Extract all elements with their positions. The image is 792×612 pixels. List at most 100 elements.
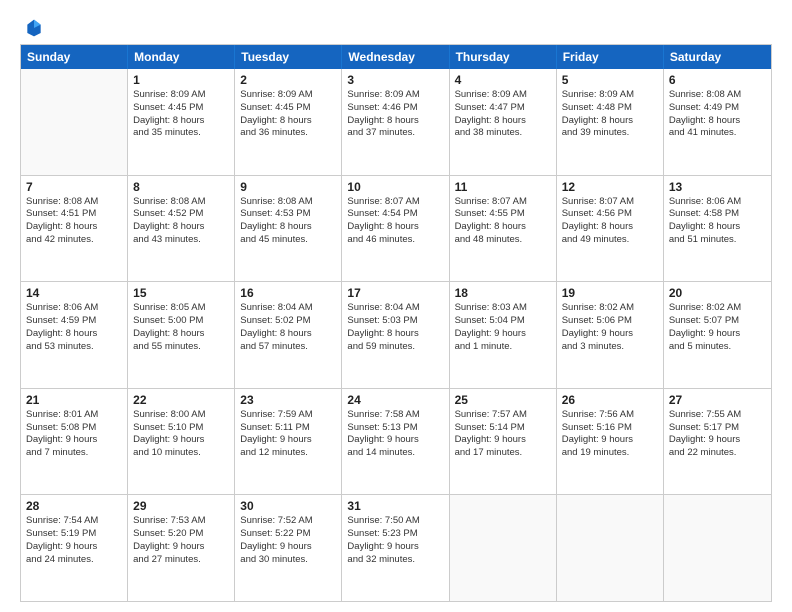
- day-cell-15: 15Sunrise: 8:05 AMSunset: 5:00 PMDayligh…: [128, 282, 235, 388]
- day-cell-21: 21Sunrise: 8:01 AMSunset: 5:08 PMDayligh…: [21, 389, 128, 495]
- cell-line: Daylight: 8 hours: [26, 328, 122, 341]
- cell-line: Sunset: 5:04 PM: [455, 315, 551, 328]
- header-day-monday: Monday: [128, 45, 235, 69]
- day-cell-14: 14Sunrise: 8:06 AMSunset: 4:59 PMDayligh…: [21, 282, 128, 388]
- cell-line: Sunrise: 8:09 AM: [240, 89, 336, 102]
- cell-line: Sunrise: 8:03 AM: [455, 302, 551, 315]
- cell-line: Sunset: 4:45 PM: [240, 102, 336, 115]
- cell-line: and 39 minutes.: [562, 127, 658, 140]
- day-number: 7: [26, 180, 122, 194]
- cell-line: Sunset: 5:07 PM: [669, 315, 766, 328]
- day-number: 13: [669, 180, 766, 194]
- cell-line: Daylight: 8 hours: [133, 221, 229, 234]
- cell-line: Sunset: 4:56 PM: [562, 208, 658, 221]
- cell-line: Sunrise: 8:09 AM: [133, 89, 229, 102]
- header: [20, 18, 772, 34]
- cell-line: Daylight: 8 hours: [240, 328, 336, 341]
- cell-line: Sunrise: 7:54 AM: [26, 515, 122, 528]
- cell-line: Daylight: 8 hours: [562, 115, 658, 128]
- cell-line: Sunset: 4:58 PM: [669, 208, 766, 221]
- cell-line: Sunrise: 7:53 AM: [133, 515, 229, 528]
- cell-line: and 32 minutes.: [347, 554, 443, 567]
- cell-line: Sunset: 5:06 PM: [562, 315, 658, 328]
- day-cell-5: 5Sunrise: 8:09 AMSunset: 4:48 PMDaylight…: [557, 69, 664, 175]
- cell-line: and 49 minutes.: [562, 234, 658, 247]
- cell-line: Sunrise: 8:06 AM: [669, 196, 766, 209]
- cell-line: Sunset: 4:46 PM: [347, 102, 443, 115]
- day-cell-empty: [21, 69, 128, 175]
- day-cell-24: 24Sunrise: 7:58 AMSunset: 5:13 PMDayligh…: [342, 389, 449, 495]
- cell-line: and 57 minutes.: [240, 341, 336, 354]
- day-number: 3: [347, 73, 443, 87]
- cell-line: Sunset: 5:00 PM: [133, 315, 229, 328]
- cell-line: Sunset: 5:14 PM: [455, 422, 551, 435]
- cell-line: Sunrise: 8:07 AM: [455, 196, 551, 209]
- day-number: 11: [455, 180, 551, 194]
- cell-line: Daylight: 9 hours: [26, 434, 122, 447]
- cell-line: Sunset: 5:22 PM: [240, 528, 336, 541]
- cell-line: Sunrise: 8:00 AM: [133, 409, 229, 422]
- cell-line: Daylight: 9 hours: [562, 328, 658, 341]
- cell-line: Sunset: 4:53 PM: [240, 208, 336, 221]
- cell-line: Sunrise: 7:56 AM: [562, 409, 658, 422]
- cell-line: Daylight: 8 hours: [26, 221, 122, 234]
- cell-line: and 27 minutes.: [133, 554, 229, 567]
- cell-line: Sunset: 5:02 PM: [240, 315, 336, 328]
- cell-line: and 19 minutes.: [562, 447, 658, 460]
- cell-line: Sunrise: 7:57 AM: [455, 409, 551, 422]
- day-cell-7: 7Sunrise: 8:08 AMSunset: 4:51 PMDaylight…: [21, 176, 128, 282]
- cell-line: Daylight: 9 hours: [133, 434, 229, 447]
- day-cell-28: 28Sunrise: 7:54 AMSunset: 5:19 PMDayligh…: [21, 495, 128, 601]
- cell-line: Sunset: 5:10 PM: [133, 422, 229, 435]
- cell-line: Sunrise: 8:07 AM: [562, 196, 658, 209]
- calendar-row-5: 28Sunrise: 7:54 AMSunset: 5:19 PMDayligh…: [21, 494, 771, 601]
- calendar: SundayMondayTuesdayWednesdayThursdayFrid…: [20, 44, 772, 602]
- cell-line: Sunset: 4:59 PM: [26, 315, 122, 328]
- day-number: 31: [347, 499, 443, 513]
- cell-line: and 36 minutes.: [240, 127, 336, 140]
- cell-line: Sunrise: 7:59 AM: [240, 409, 336, 422]
- day-cell-3: 3Sunrise: 8:09 AMSunset: 4:46 PMDaylight…: [342, 69, 449, 175]
- cell-line: Sunset: 4:55 PM: [455, 208, 551, 221]
- day-cell-10: 10Sunrise: 8:07 AMSunset: 4:54 PMDayligh…: [342, 176, 449, 282]
- day-cell-empty: [557, 495, 664, 601]
- cell-line: and 45 minutes.: [240, 234, 336, 247]
- day-number: 16: [240, 286, 336, 300]
- day-cell-6: 6Sunrise: 8:08 AMSunset: 4:49 PMDaylight…: [664, 69, 771, 175]
- cell-line: and 42 minutes.: [26, 234, 122, 247]
- cell-line: and 37 minutes.: [347, 127, 443, 140]
- cell-line: Daylight: 9 hours: [669, 328, 766, 341]
- day-number: 26: [562, 393, 658, 407]
- day-cell-31: 31Sunrise: 7:50 AMSunset: 5:23 PMDayligh…: [342, 495, 449, 601]
- cell-line: Sunrise: 8:04 AM: [347, 302, 443, 315]
- day-number: 12: [562, 180, 658, 194]
- cell-line: Sunrise: 8:08 AM: [669, 89, 766, 102]
- day-number: 8: [133, 180, 229, 194]
- day-number: 10: [347, 180, 443, 194]
- header-day-friday: Friday: [557, 45, 664, 69]
- cell-line: Sunset: 4:52 PM: [133, 208, 229, 221]
- cell-line: Sunset: 5:23 PM: [347, 528, 443, 541]
- cell-line: and 10 minutes.: [133, 447, 229, 460]
- cell-line: Daylight: 8 hours: [347, 221, 443, 234]
- cell-line: Sunset: 4:49 PM: [669, 102, 766, 115]
- cell-line: Daylight: 9 hours: [669, 434, 766, 447]
- cell-line: Sunset: 5:16 PM: [562, 422, 658, 435]
- cell-line: and 46 minutes.: [347, 234, 443, 247]
- day-cell-empty: [450, 495, 557, 601]
- cell-line: and 53 minutes.: [26, 341, 122, 354]
- cell-line: Daylight: 8 hours: [240, 221, 336, 234]
- cell-line: and 48 minutes.: [455, 234, 551, 247]
- day-number: 20: [669, 286, 766, 300]
- cell-line: Sunset: 5:20 PM: [133, 528, 229, 541]
- cell-line: Daylight: 9 hours: [347, 541, 443, 554]
- day-number: 22: [133, 393, 229, 407]
- day-number: 30: [240, 499, 336, 513]
- cell-line: and 35 minutes.: [133, 127, 229, 140]
- cell-line: and 5 minutes.: [669, 341, 766, 354]
- day-cell-9: 9Sunrise: 8:08 AMSunset: 4:53 PMDaylight…: [235, 176, 342, 282]
- cell-line: Daylight: 9 hours: [133, 541, 229, 554]
- day-cell-26: 26Sunrise: 7:56 AMSunset: 5:16 PMDayligh…: [557, 389, 664, 495]
- cell-line: Daylight: 9 hours: [455, 328, 551, 341]
- day-number: 17: [347, 286, 443, 300]
